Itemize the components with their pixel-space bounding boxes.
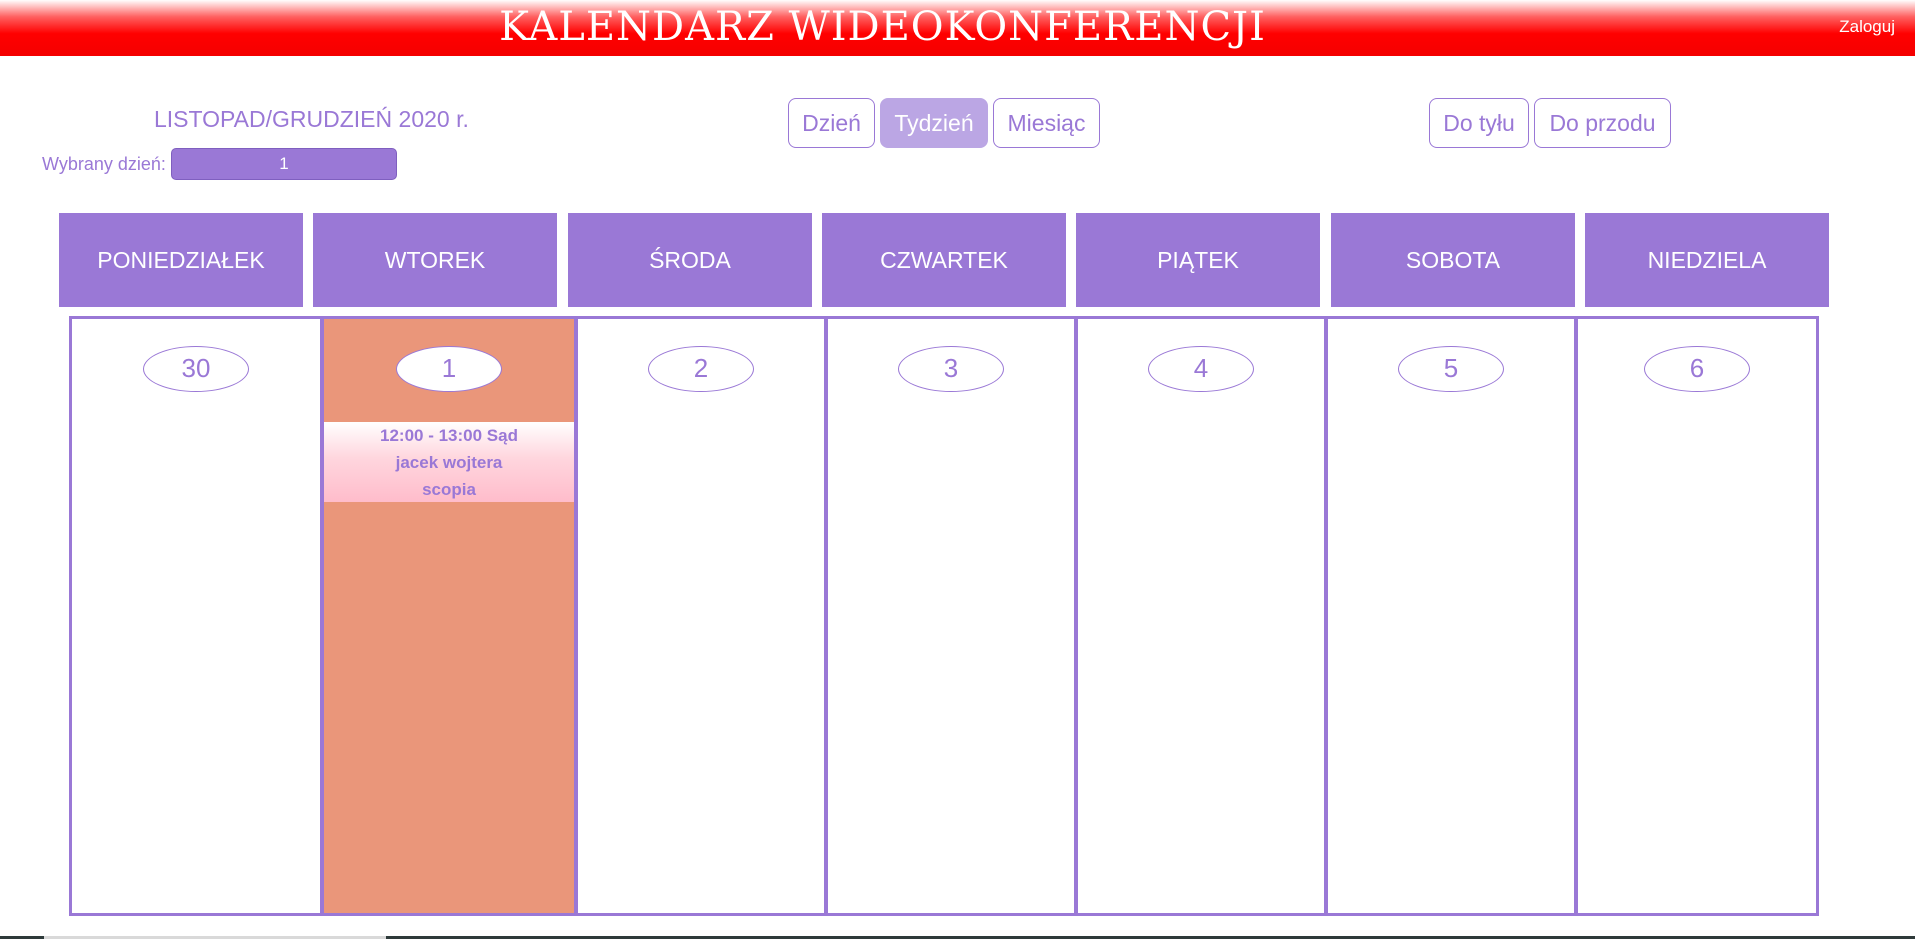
day-cell[interactable]: 4 xyxy=(1074,319,1324,913)
day-number[interactable]: 1 xyxy=(396,346,502,392)
weekday-header-friday: PIĄTEK xyxy=(1076,213,1320,307)
day-cell[interactable]: 6 xyxy=(1574,319,1816,913)
day-cell[interactable]: 5 xyxy=(1324,319,1574,913)
weekday-header-wednesday: ŚRODA xyxy=(568,213,812,307)
event-time-title: 12:00 - 13:00 Sąd xyxy=(380,426,518,445)
weekday-header-tuesday: WTOREK xyxy=(313,213,557,307)
selected-day-field[interactable]: 1 xyxy=(171,148,397,180)
day-number[interactable]: 4 xyxy=(1148,346,1254,392)
week-grid: 30 1 12:00 - 13:00 Sąd jacek wojtera sco… xyxy=(69,316,1819,916)
period-title: LISTOPAD/GRUDZIEŃ 2020 r. xyxy=(154,106,469,132)
weekday-header-sunday: NIEDZIELA xyxy=(1585,213,1829,307)
day-cell[interactable]: 3 xyxy=(824,319,1074,913)
day-number[interactable]: 6 xyxy=(1644,346,1750,392)
login-link[interactable]: Zaloguj xyxy=(1839,17,1895,37)
back-button[interactable]: Do tyłu xyxy=(1429,98,1529,148)
event-card[interactable]: 12:00 - 13:00 Sąd jacek wojtera scopia xyxy=(324,422,574,502)
day-number[interactable]: 3 xyxy=(898,346,1004,392)
app-header: KALENDARZ WIDEOKONFERENCJI Zaloguj xyxy=(0,0,1915,56)
app-title: KALENDARZ WIDEOKONFERENCJI xyxy=(499,4,1266,50)
event-platform: scopia xyxy=(422,480,476,499)
selected-day-label: Wybrany dzień: xyxy=(42,154,166,174)
day-number[interactable]: 30 xyxy=(143,346,249,392)
day-cell[interactable]: 30 xyxy=(72,319,320,913)
day-cell-selected[interactable]: 1 12:00 - 13:00 Sąd jacek wojtera scopia xyxy=(320,319,574,913)
view-day-button[interactable]: Dzień xyxy=(788,98,875,148)
day-cell[interactable]: 2 xyxy=(574,319,824,913)
event-person: jacek wojtera xyxy=(395,453,503,472)
weekday-header-saturday: SOBOTA xyxy=(1331,213,1575,307)
view-week-button[interactable]: Tydzień xyxy=(880,98,988,148)
weekday-header-monday: PONIEDZIAŁEK xyxy=(59,213,303,307)
view-month-button[interactable]: Miesiąc xyxy=(993,98,1100,148)
weekday-header-thursday: CZWARTEK xyxy=(822,213,1066,307)
day-number[interactable]: 2 xyxy=(648,346,754,392)
day-number[interactable]: 5 xyxy=(1398,346,1504,392)
forward-button[interactable]: Do przodu xyxy=(1534,98,1671,148)
